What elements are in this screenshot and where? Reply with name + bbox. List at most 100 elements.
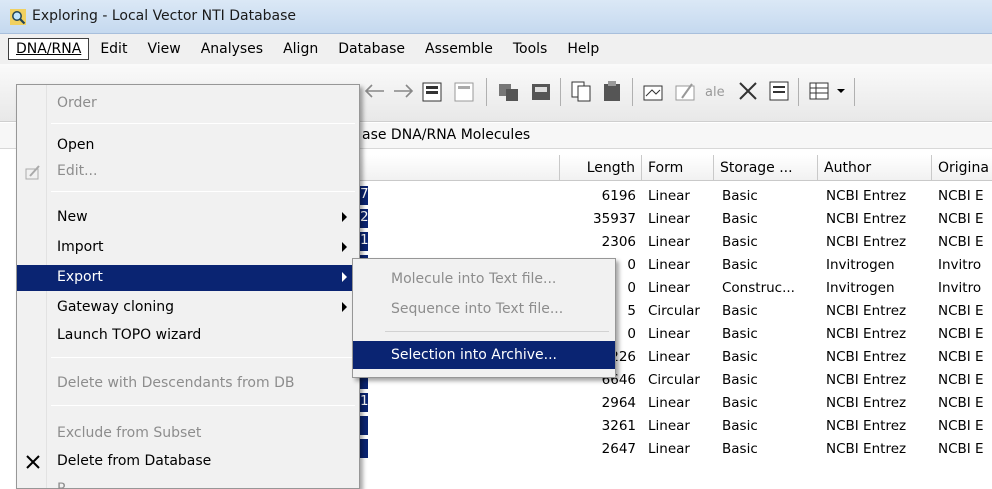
- cell-storage: Basic: [722, 234, 758, 250]
- menu-item-delete-db-label: Delete from Database: [57, 453, 212, 469]
- cell-storage: Basic: [722, 395, 758, 411]
- cell-form: Linear: [648, 234, 690, 250]
- menu-tools[interactable]: Tools: [504, 37, 557, 61]
- arrow-right-icon[interactable]: [390, 78, 418, 104]
- cell-author: NCBI Entrez: [826, 441, 907, 457]
- toolbar-separator: [560, 78, 561, 106]
- menu-item-gateway-cloning[interactable]: Gateway cloning: [17, 295, 359, 321]
- cell-orig: NCBI E: [938, 372, 984, 388]
- menu-database[interactable]: Database: [329, 37, 414, 61]
- menu-align[interactable]: Align: [274, 37, 327, 61]
- cell-orig: NCBI E: [938, 234, 984, 250]
- subset-icon[interactable]: [496, 78, 524, 104]
- menu-item-export-label: Export: [57, 269, 103, 285]
- menu-item-export[interactable]: Export: [17, 265, 359, 291]
- cell-orig: NCBI E: [938, 211, 984, 227]
- arrow-left-icon[interactable]: [362, 78, 390, 104]
- col-original[interactable]: Origina: [932, 155, 992, 181]
- cell-author: Invitrogen: [826, 280, 895, 296]
- submenu-sequence-text[interactable]: Sequence into Text file...: [353, 295, 615, 323]
- molecule-icon[interactable]: [528, 78, 556, 104]
- menu-item-new-label: New: [57, 209, 88, 225]
- toolbar-separator: [632, 78, 633, 106]
- menu-assemble[interactable]: Assemble: [416, 37, 502, 61]
- cell-orig: NCBI E: [938, 395, 984, 411]
- menu-separator: [51, 357, 355, 358]
- delete-icon[interactable]: [734, 78, 762, 104]
- export-submenu: Molecule into Text file... Sequence into…: [352, 258, 616, 378]
- cell-form: Linear: [648, 349, 690, 365]
- col-length[interactable]: Length: [560, 155, 642, 181]
- menu-item-delete-descendants[interactable]: Delete with Descendants from DB: [17, 371, 359, 397]
- menu-item-import-label: Import: [57, 239, 104, 255]
- menu-separator: [385, 331, 609, 332]
- menu-help[interactable]: Help: [558, 37, 608, 61]
- menu-analyses[interactable]: Analyses: [192, 37, 272, 61]
- menu-item-rename[interactable]: R...: [17, 477, 359, 489]
- menu-item-exclude-subset[interactable]: Exclude from Subset: [17, 421, 359, 447]
- cell-author: NCBI Entrez: [826, 188, 907, 204]
- cell-length: 6196: [601, 188, 636, 204]
- window-title: Exploring - Local Vector NTI Database: [32, 8, 297, 24]
- copy-icon[interactable]: [568, 78, 596, 104]
- menu-dna-rna[interactable]: DNA/RNA: [8, 38, 90, 60]
- view-table-icon[interactable]: [806, 78, 834, 104]
- submenu-sequence-label: Sequence into Text file...: [391, 301, 564, 317]
- col-name[interactable]: [358, 155, 560, 181]
- cell-length: 35937: [593, 211, 636, 227]
- cell-author: NCBI Entrez: [826, 326, 907, 342]
- cell-orig: NCBI E: [938, 303, 984, 319]
- cell-length: 2306: [601, 234, 636, 250]
- cell-author: NCBI Entrez: [826, 211, 907, 227]
- rename-icon[interactable]: ale: [702, 78, 730, 104]
- toolbar-separator: [798, 78, 799, 106]
- cell-form: Linear: [648, 257, 690, 273]
- cell-orig: NCBI E: [938, 418, 984, 434]
- cell-storage: Basic: [722, 418, 758, 434]
- cell-storage: Basic: [722, 441, 758, 457]
- col-author[interactable]: Author: [818, 155, 932, 181]
- cell-orig: Invitro: [938, 257, 982, 273]
- menu-item-import[interactable]: Import: [17, 235, 359, 261]
- menu-view[interactable]: View: [138, 37, 189, 61]
- cell-author: NCBI Entrez: [826, 418, 907, 434]
- cell-author: NCBI Entrez: [826, 234, 907, 250]
- cell-storage: Basic: [722, 188, 758, 204]
- menu-item-order[interactable]: Order: [17, 91, 359, 117]
- submenu-arrow-icon: [342, 242, 347, 252]
- paste-icon[interactable]: [600, 78, 628, 104]
- cell-form: Linear: [648, 418, 690, 434]
- cell-form: Linear: [648, 280, 690, 296]
- cell-storage: Basic: [722, 349, 758, 365]
- col-form[interactable]: Form: [642, 155, 714, 181]
- menu-item-new[interactable]: New: [17, 205, 359, 231]
- chevron-down-icon[interactable]: [834, 78, 848, 104]
- col-storage[interactable]: Storage ...: [714, 155, 818, 181]
- cell-storage: Basic: [722, 211, 758, 227]
- cell-form: Circular: [648, 372, 700, 388]
- cell-author: NCBI Entrez: [826, 395, 907, 411]
- properties-icon[interactable]: [766, 78, 794, 104]
- menu-edit[interactable]: Edit: [91, 37, 136, 61]
- cell-orig: NCBI E: [938, 326, 984, 342]
- menu-item-edit-label: Edit...: [57, 163, 98, 179]
- new-molecule-icon[interactable]: [640, 78, 668, 104]
- menu-item-exclude-label: Exclude from Subset: [57, 425, 202, 441]
- cell-form: Linear: [648, 211, 690, 227]
- menu-item-open[interactable]: Open: [17, 133, 359, 159]
- cell-author: NCBI Entrez: [826, 303, 907, 319]
- cell-orig: NCBI E: [938, 441, 984, 457]
- submenu-selection-label: Selection into Archive...: [391, 347, 557, 363]
- menu-separator: [51, 191, 355, 192]
- db-export-icon[interactable]: [420, 78, 448, 104]
- submenu-molecule-text[interactable]: Molecule into Text file...: [353, 265, 615, 293]
- menu-item-open-label: Open: [57, 137, 95, 153]
- menu-item-delete-database[interactable]: Delete from Database: [17, 449, 359, 475]
- cell-storage: Basic: [722, 326, 758, 342]
- menu-item-edit[interactable]: Edit...: [17, 159, 359, 185]
- edit-molecule-icon[interactable]: [672, 78, 700, 104]
- submenu-selection-archive[interactable]: Selection into Archive...: [353, 341, 615, 369]
- menu-item-launch-topo[interactable]: Launch TOPO wizard: [17, 323, 359, 349]
- db-import-icon[interactable]: [452, 78, 480, 104]
- toolbar-separator: [854, 78, 855, 106]
